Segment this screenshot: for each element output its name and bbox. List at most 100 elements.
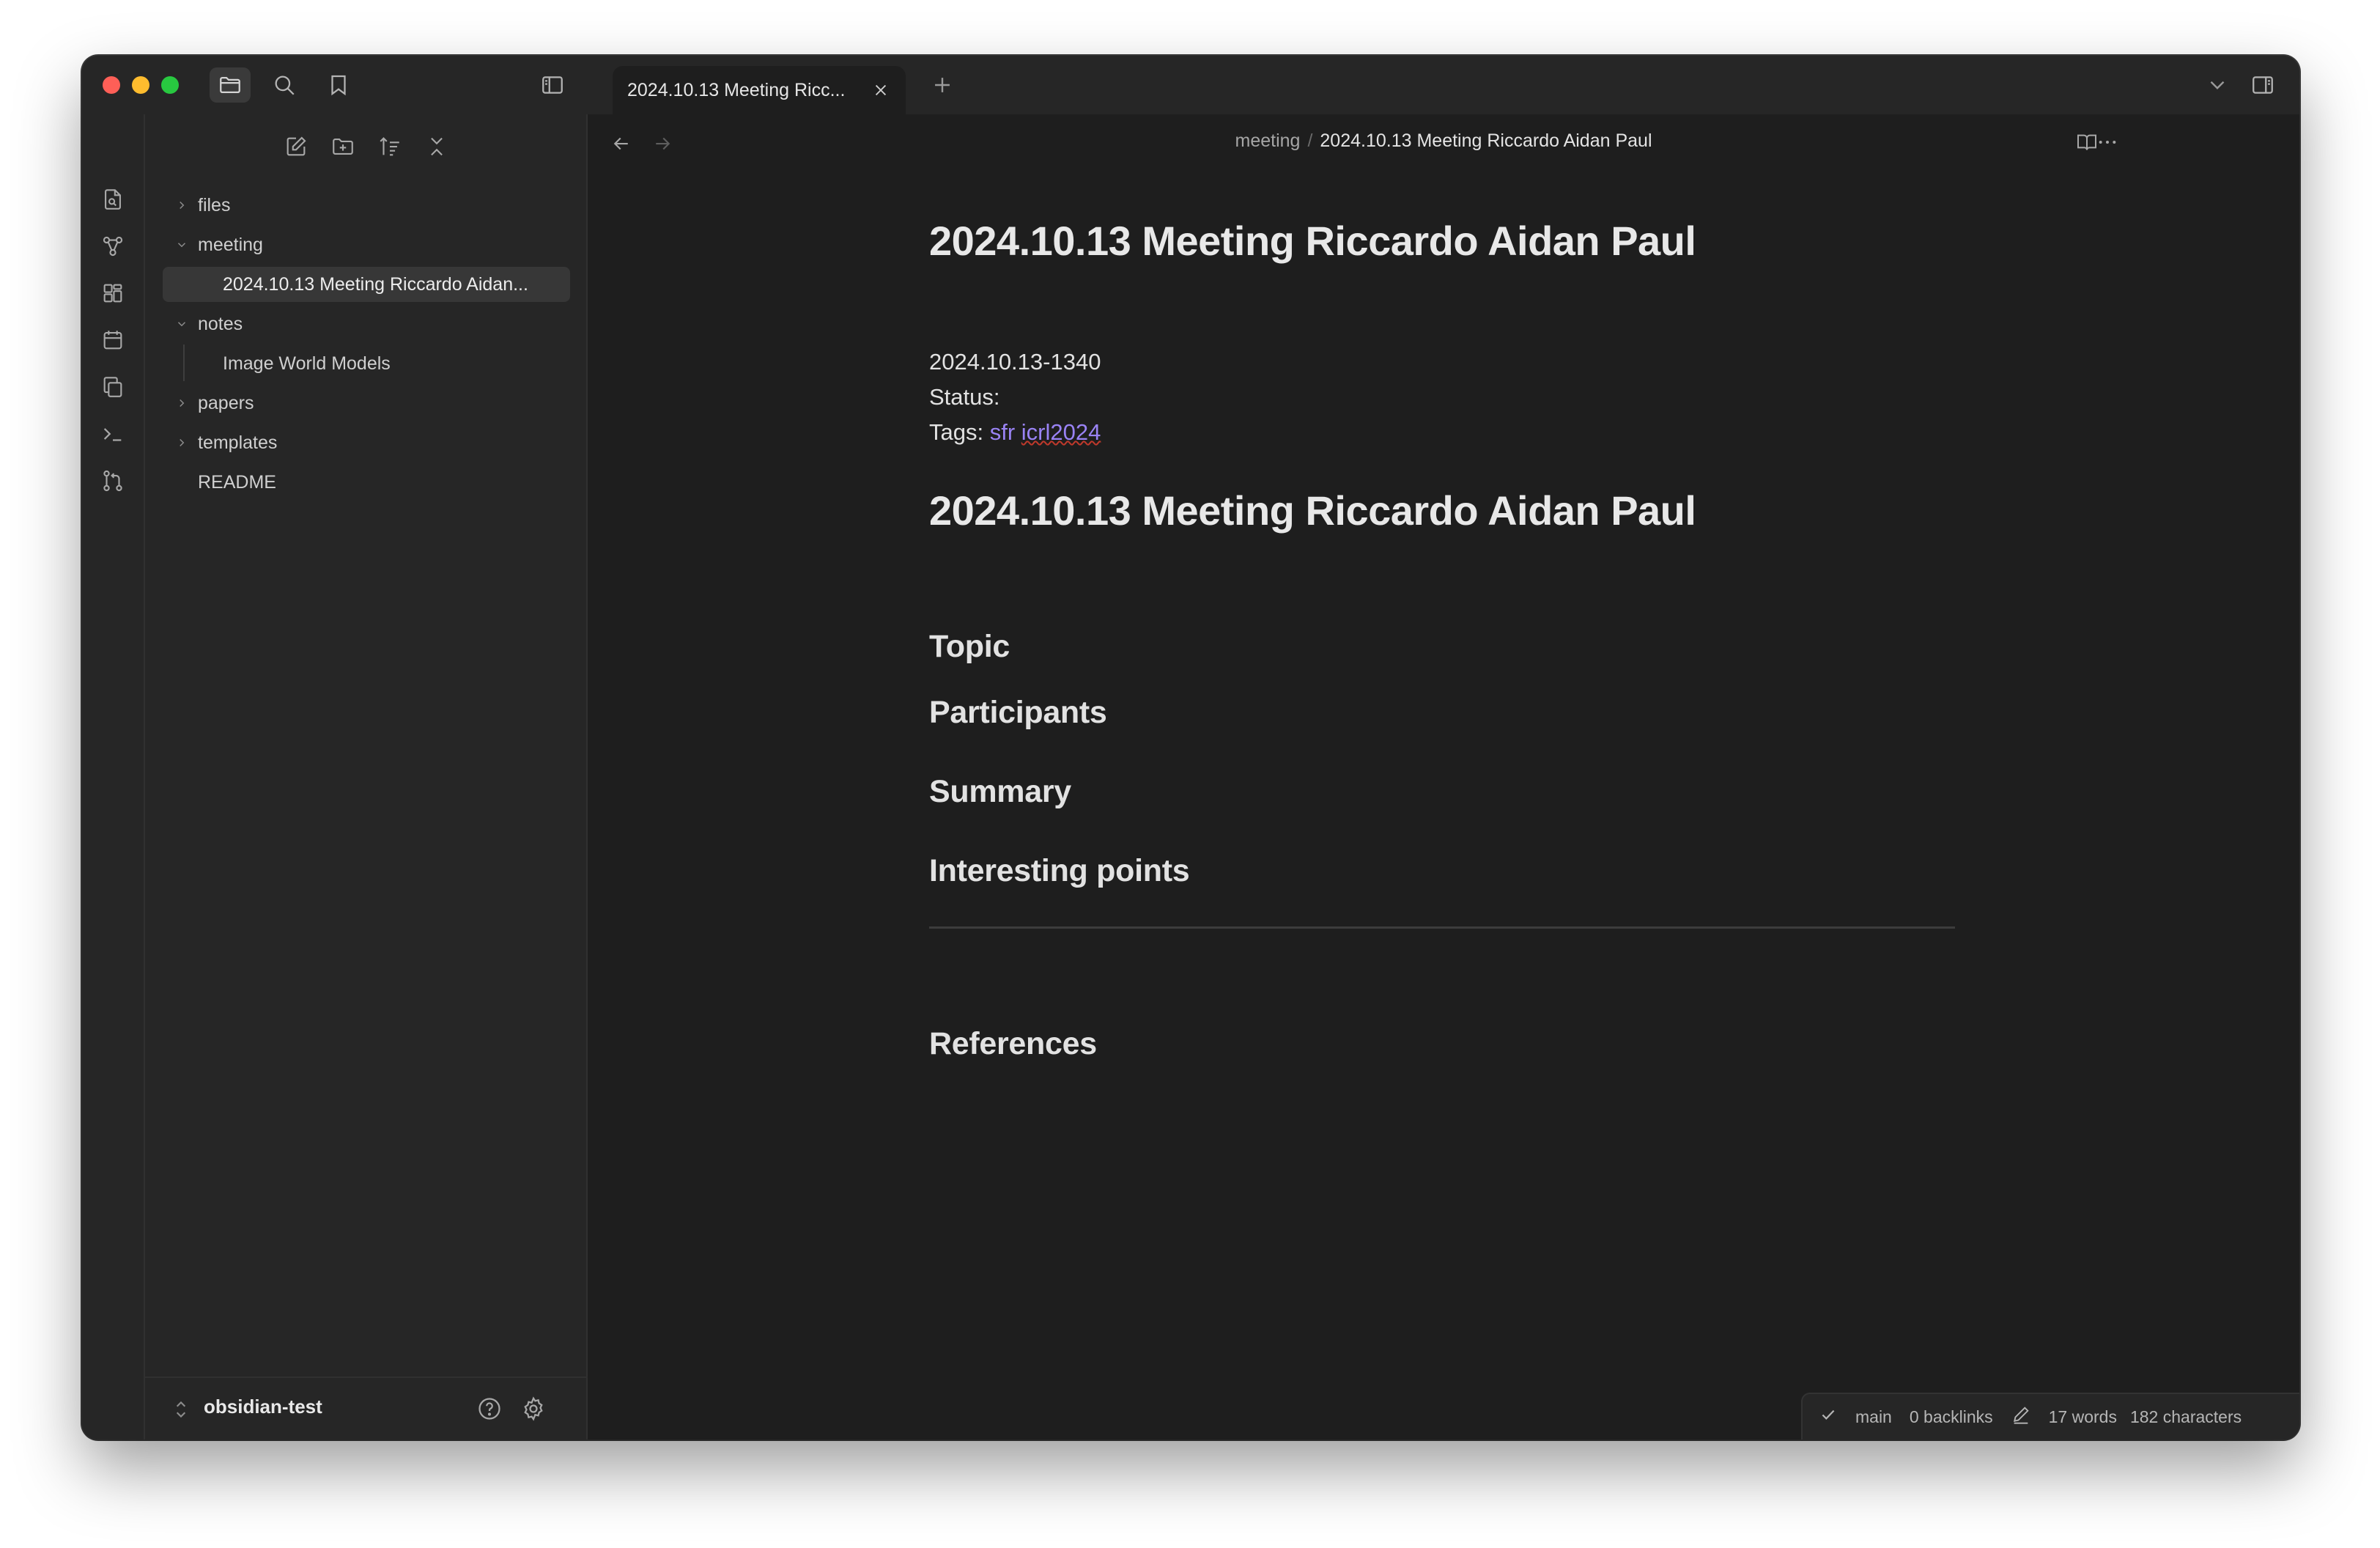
close-window-button[interactable]: [103, 76, 120, 94]
section-interesting-points: Interesting points: [929, 853, 1190, 888]
collapse-all-button[interactable]: [421, 130, 453, 163]
horizontal-rule: [929, 926, 1955, 929]
search-tab-button[interactable]: [264, 67, 305, 103]
bookmarks-tab-button[interactable]: [318, 67, 359, 103]
file-search-icon: [105, 189, 121, 210]
tree-item-label: meeting: [198, 234, 263, 255]
file-explorer-tab-button[interactable]: [210, 67, 251, 103]
toggle-left-sidebar-button[interactable]: [532, 67, 573, 103]
terminal-icon: [103, 428, 122, 441]
chevrons-collapse-icon: [431, 137, 443, 156]
tag-sfr[interactable]: sfr: [990, 419, 1015, 445]
breadcrumb-separator: /: [1307, 130, 1313, 151]
calendar-icon: [103, 331, 122, 350]
ribbon-canvas-button[interactable]: [98, 279, 128, 308]
section-topic: Topic: [929, 629, 1010, 664]
sort-button[interactable]: [374, 130, 406, 163]
edit-icon: [287, 136, 306, 156]
new-folder-button[interactable]: [327, 130, 359, 163]
sync-check-icon[interactable]: [1819, 1405, 1838, 1429]
vault-footer: obsidian-test: [145, 1376, 588, 1440]
section-summary: Summary: [929, 774, 1071, 809]
new-tab-button[interactable]: [922, 67, 963, 103]
tab-list-button[interactable]: [2197, 67, 2238, 103]
tree-folder-files[interactable]: files: [163, 188, 570, 223]
more-options-button[interactable]: [2093, 128, 2122, 157]
plus-icon: [935, 78, 950, 92]
search-icon: [275, 75, 295, 95]
title-bar-left: [82, 56, 588, 114]
git-pull-request-icon: [103, 470, 122, 492]
toggle-right-sidebar-button[interactable]: [2242, 67, 2283, 103]
tree-item-label: files: [198, 194, 231, 215]
tree-item-label: 2024.10.13 Meeting Riccardo Aidan...: [223, 273, 528, 295]
settings-gear-icon[interactable]: [520, 1396, 547, 1426]
tree-item-label: notes: [198, 313, 243, 334]
ribbon-command-palette-button[interactable]: [98, 419, 128, 449]
note-tags-line: Tags: sfr icrl2024: [929, 419, 1101, 446]
layout-grid-icon: [103, 284, 122, 303]
git-branch[interactable]: main: [1855, 1407, 1892, 1427]
ribbon-daily-note-button[interactable]: [98, 325, 128, 355]
section-participants: Participants: [929, 695, 1107, 730]
editor-pane: meeting / 2024.10.13 Meeting Riccardo Aida…: [588, 114, 2299, 1440]
close-icon: [875, 84, 887, 96]
edit-mode-pencil-icon[interactable]: [2011, 1404, 2031, 1429]
tree-item-label: README: [198, 471, 276, 493]
backlinks-count[interactable]: 0 backlinks: [1910, 1407, 1993, 1427]
ribbon-quick-switcher-button[interactable]: [98, 185, 128, 214]
bookmark-icon: [331, 75, 346, 96]
chevron-down-icon: [173, 236, 191, 254]
new-note-button[interactable]: [280, 130, 312, 163]
chevron-down-icon: [173, 315, 191, 333]
sidebar-left-icon: [542, 76, 563, 94]
zoom-window-button[interactable]: [161, 76, 179, 94]
folder-icon: [220, 76, 240, 94]
ribbon-templates-button[interactable]: [98, 372, 128, 402]
vault-switcher-icon[interactable]: [171, 1398, 191, 1424]
tree-file-image-world-models[interactable]: Image World Models: [163, 346, 570, 381]
tree-folder-notes[interactable]: notes: [163, 306, 570, 342]
tree-folder-meeting[interactable]: meeting: [163, 227, 570, 262]
tab-close-button[interactable]: [871, 80, 891, 100]
note-timestamp: 2024.10.13-1340: [929, 349, 1101, 375]
tree-folder-papers[interactable]: papers: [163, 386, 570, 421]
sidebar-right-icon: [2252, 76, 2273, 94]
tab-title: 2024.10.13 Meeting Ricc...: [627, 79, 846, 100]
tree-item-label: papers: [198, 392, 254, 413]
app-window: 2024.10.13 Meeting Ricc... files meeting…: [82, 56, 2299, 1440]
chevron-right-icon: [173, 434, 191, 452]
ribbon-git-button[interactable]: [98, 466, 128, 495]
tree-item-label: templates: [198, 432, 278, 453]
graph-icon: [103, 236, 123, 257]
note-heading: 2024.10.13 Meeting Riccardo Aidan Paul: [929, 487, 1696, 534]
character-count: 182 characters: [2129, 1407, 2242, 1426]
copy-icon: [103, 377, 122, 397]
section-references: References: [929, 1026, 1097, 1061]
ribbon-graph-view-button[interactable]: [98, 232, 128, 261]
tree-file-meeting-note[interactable]: 2024.10.13 Meeting Riccardo Aidan...: [163, 267, 570, 302]
breadcrumb-folder[interactable]: meeting: [1235, 130, 1301, 151]
sort-ascending-icon: [380, 137, 399, 156]
tree-folder-templates[interactable]: templates: [163, 425, 570, 460]
tag-icrl2024[interactable]: icrl2024: [1021, 419, 1101, 445]
file-explorer-sidebar: files meeting 2024.10.13 Meeting Riccard…: [145, 114, 588, 1440]
tab-active-note[interactable]: 2024.10.13 Meeting Ricc...: [613, 66, 906, 114]
note-status: Status:: [929, 384, 1000, 410]
help-icon[interactable]: [476, 1396, 503, 1426]
breadcrumb-file[interactable]: 2024.10.13 Meeting Riccardo Aidan Paul: [1320, 130, 1652, 151]
tags-label: Tags:: [929, 419, 984, 445]
more-horizontal-icon: [2099, 141, 2116, 144]
chevron-down-icon: [2210, 81, 2225, 89]
status-bar: main 0 backlinks 17 words 182 characters: [1801, 1393, 2299, 1440]
tree-file-readme[interactable]: README: [163, 465, 570, 500]
minimize-window-button[interactable]: [132, 76, 149, 94]
breadcrumb: meeting / 2024.10.13 Meeting Riccardo Aida…: [588, 130, 2299, 152]
title-bar: 2024.10.13 Meeting Ricc...: [82, 56, 2299, 114]
vault-name[interactable]: obsidian-test: [204, 1396, 322, 1418]
chevron-right-icon: [173, 394, 191, 412]
note-title[interactable]: 2024.10.13 Meeting Riccardo Aidan Paul: [929, 217, 1696, 265]
ribbon: [82, 114, 145, 1440]
chevron-right-icon: [173, 196, 191, 214]
folder-plus-icon: [333, 139, 353, 155]
